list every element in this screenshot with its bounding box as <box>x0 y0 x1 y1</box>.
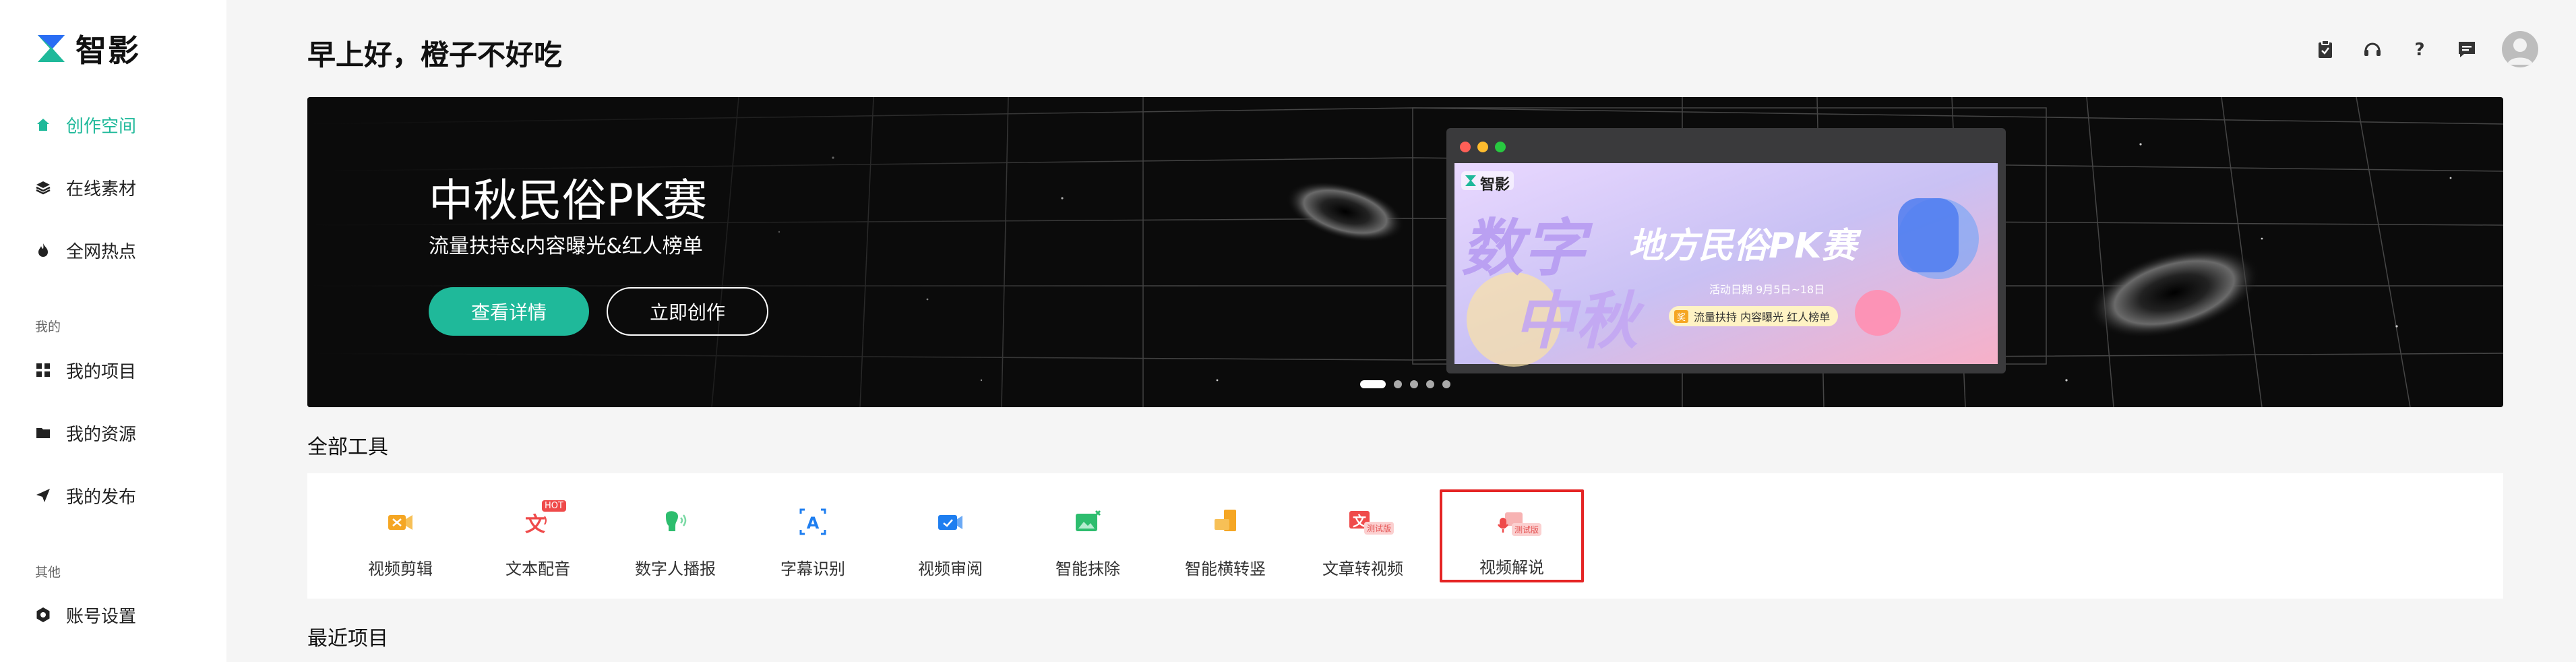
sidebar-item-publish[interactable]: 我的发布 <box>35 479 136 512</box>
tool-label: 文本配音 <box>505 560 570 578</box>
sidebar: 智影 创作空间 在线素材 全网热点 我的 我的项目 我的资源 我的发布 其他 账… <box>0 0 226 662</box>
svg-text:文: 文 <box>525 513 545 537</box>
tool-video-review[interactable]: 视频审阅 <box>882 473 1019 599</box>
digital-human-icon <box>659 506 692 538</box>
banner-title: 中秋民俗PK赛 <box>429 175 708 227</box>
preview-perks: 奖 流量扶持 内容曝光 红人榜单 <box>1669 306 1839 326</box>
preview-perk-tag: 奖 <box>1674 309 1689 323</box>
tool-subtitle-recognition[interactable]: A 字幕识别 <box>744 473 882 599</box>
help-icon[interactable]: ? <box>2408 37 2432 61</box>
svg-text:A: A <box>807 514 820 533</box>
create-now-button[interactable]: 立即创作 <box>607 287 768 336</box>
fire-icon <box>35 242 51 258</box>
sidebar-item-projects[interactable]: 我的项目 <box>35 353 136 387</box>
preview-logo-text: 智影 <box>1480 177 1510 193</box>
tool-label: 智能抹除 <box>1055 560 1120 578</box>
tool-label: 数字人播报 <box>635 560 716 578</box>
clipboard-icon[interactable] <box>2313 37 2337 61</box>
headset-icon[interactable] <box>2360 37 2385 61</box>
preview-headline-left-2: 中秋 <box>1514 285 1638 357</box>
page-greeting: 早上好，橙子不好吃 <box>307 38 563 71</box>
layers-icon <box>35 179 51 195</box>
sidebar-item-label: 在线素材 <box>66 179 137 200</box>
folder-icon <box>35 425 51 441</box>
sidebar-item-materials[interactable]: 在线素材 <box>35 171 136 204</box>
section-label-mine: 我的 <box>35 320 61 334</box>
rotate-icon <box>1209 506 1241 538</box>
erase-icon <box>1072 506 1104 538</box>
send-icon <box>35 487 51 504</box>
carousel-dots <box>1360 380 1459 388</box>
app-name: 智影 <box>75 32 140 69</box>
carousel-dot[interactable] <box>1360 380 1386 388</box>
sidebar-item-label: 账号设置 <box>66 606 137 627</box>
preview-headline-right: 地方民俗PK赛 <box>1628 226 1857 266</box>
tools-section-title: 全部工具 <box>307 435 388 459</box>
tool-landscape-to-portrait[interactable]: 智能横转竖 <box>1157 473 1294 599</box>
tool-text-voice[interactable]: 文 HOT 文本配音 <box>469 473 607 599</box>
tool-article-to-video[interactable]: 文 测试版 文章转视频 <box>1294 473 1432 599</box>
avatar[interactable] <box>2502 31 2538 67</box>
carousel-dot[interactable] <box>1410 380 1418 388</box>
tools-panel: 视频剪辑 文 HOT 文本配音 数字人播报 A 字幕识别 视频审阅 智能抹除 智… <box>307 473 2503 599</box>
video-edit-icon <box>384 506 417 538</box>
carousel-dot[interactable] <box>1394 380 1402 388</box>
sidebar-item-hotspots[interactable]: 全网热点 <box>35 233 136 267</box>
video-review-icon <box>934 506 967 538</box>
tool-label: 字幕识别 <box>780 560 845 578</box>
section-label-other: 其他 <box>35 565 61 580</box>
subtitle-icon: A <box>797 506 829 538</box>
sidebar-item-resources[interactable]: 我的资源 <box>35 416 136 450</box>
tool-label: 视频解说 <box>1479 558 1544 577</box>
tool-label: 文章转视频 <box>1322 560 1403 578</box>
tool-smart-erase[interactable]: 智能抹除 <box>1019 473 1157 599</box>
sidebar-item-workspace[interactable]: 创作空间 <box>35 108 136 142</box>
beta-badge: 测试版 <box>1364 522 1394 535</box>
top-toolbar: ? <box>2290 31 2538 67</box>
settings-icon <box>35 607 51 623</box>
carousel-dot[interactable] <box>1442 380 1450 388</box>
tool-video-narration[interactable]: 测试版 视频解说 <box>1440 489 1584 582</box>
logo-icon <box>38 35 65 62</box>
sidebar-item-label: 我的发布 <box>66 487 137 508</box>
tool-digital-human[interactable]: 数字人播报 <box>607 473 744 599</box>
tool-label: 视频审阅 <box>918 560 983 578</box>
promo-banner[interactable]: 智影 数字 中秋 地方民俗PK赛 活动日期 9月5日~18日 奖 流量扶持 内容… <box>307 97 2503 407</box>
recent-section-title: 最近项目 <box>307 627 388 651</box>
tool-video-edit[interactable]: 视频剪辑 <box>332 473 469 599</box>
carousel-dot[interactable] <box>1426 380 1434 388</box>
sidebar-item-label: 创作空间 <box>66 116 137 137</box>
preview-perk-text: 流量扶持 内容曝光 红人榜单 <box>1694 311 1831 324</box>
banner-subtitle: 流量扶持&内容曝光&红人榜单 <box>429 235 703 258</box>
beta-badge: 测试版 <box>1512 523 1542 536</box>
view-details-button[interactable]: 查看详情 <box>429 287 589 336</box>
sidebar-item-label: 全网热点 <box>66 241 137 262</box>
tool-label: 智能横转竖 <box>1185 560 1266 578</box>
tool-label: 视频剪辑 <box>368 560 433 578</box>
grid-icon <box>35 362 51 378</box>
hot-badge: HOT <box>542 500 566 512</box>
video-narrate-icon: 测试版 <box>1496 507 1542 539</box>
svg-text:?: ? <box>2414 40 2424 59</box>
article-video-icon: 文 测试版 <box>1347 506 1394 538</box>
sidebar-item-label: 我的资源 <box>66 424 137 445</box>
message-icon[interactable] <box>2455 37 2479 61</box>
app-logo[interactable]: 智影 <box>35 28 140 69</box>
sidebar-item-label: 我的项目 <box>66 361 137 382</box>
home-icon <box>35 117 51 133</box>
text-voice-icon: 文 HOT <box>522 500 566 538</box>
preview-date: 活动日期 9月5日~18日 <box>1709 283 1825 296</box>
sidebar-item-account-settings[interactable]: 账号设置 <box>35 598 136 632</box>
